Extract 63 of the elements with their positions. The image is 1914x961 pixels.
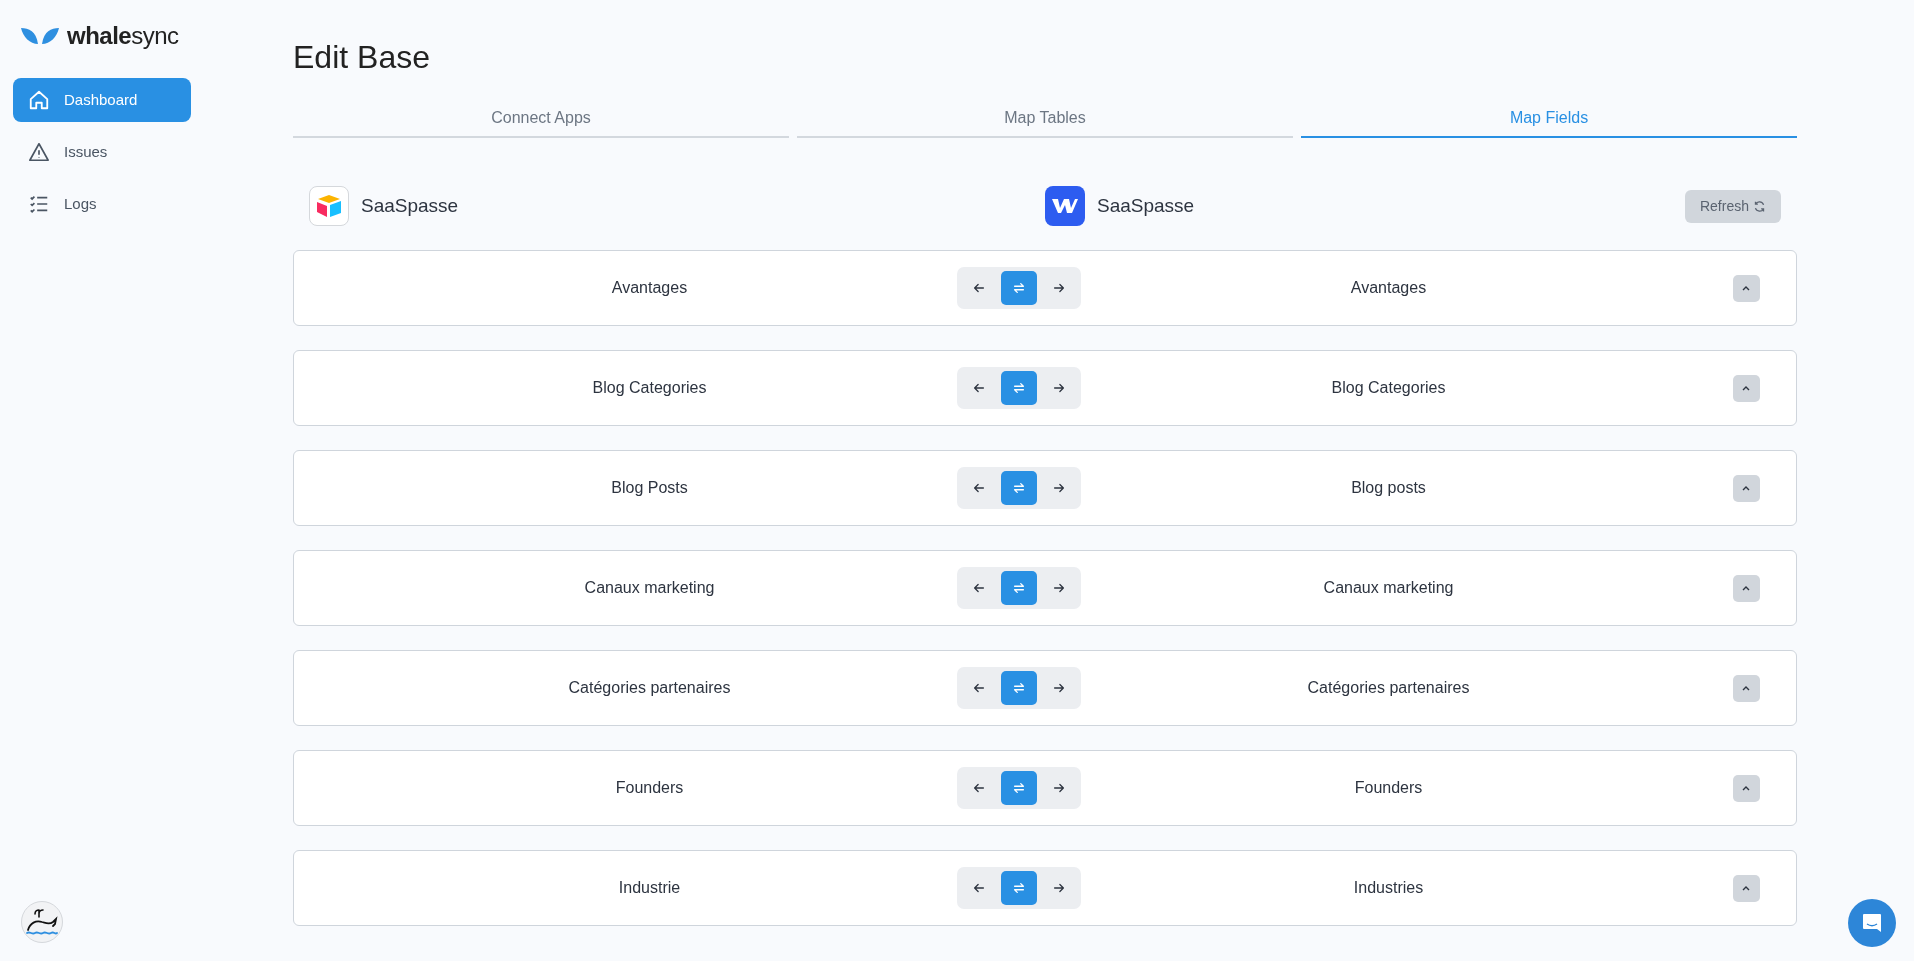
collapse-button[interactable] <box>1732 274 1760 302</box>
whale-tail-logo-icon <box>21 27 59 45</box>
warning-icon <box>28 141 50 163</box>
chat-button[interactable] <box>1848 899 1896 947</box>
refresh-button[interactable]: Refresh <box>1684 189 1781 223</box>
collapse-button[interactable] <box>1732 374 1760 402</box>
field-name: Avantages <box>1349 278 1428 299</box>
direction-button[interactable] <box>1001 671 1037 706</box>
direction-button[interactable] <box>1001 471 1037 506</box>
chevron-up-icon <box>1741 784 1751 793</box>
two-way-arrows-icon <box>1012 281 1026 296</box>
whale-avatar-icon <box>21 901 63 943</box>
chat-bubble-icon <box>1861 912 1883 934</box>
sidebar-item[interactable]: Issues <box>13 130 191 174</box>
field-name: Canaux marketing <box>583 578 716 599</box>
chevron-up-icon <box>1741 884 1751 893</box>
brand-logo-text: whalesync <box>67 21 179 51</box>
tab[interactable]: Map Fields <box>1301 106 1797 139</box>
field-name: Industries <box>1352 878 1425 899</box>
stacked-shapes-app-icon <box>309 186 349 227</box>
direction-button[interactable] <box>1001 571 1037 606</box>
chevron-up-icon <box>1741 284 1751 293</box>
field-name: Catégories partenaires <box>1306 678 1471 699</box>
two-way-arrows-icon <box>1012 881 1026 896</box>
page-title: Edit Base <box>293 38 431 77</box>
collapse-button[interactable] <box>1732 574 1760 602</box>
two-way-arrows-icon <box>1012 581 1026 596</box>
home-icon <box>28 89 50 111</box>
tab[interactable]: Map Tables <box>797 106 1293 139</box>
app-name: SaaSpasse <box>1097 194 1195 219</box>
field-name: Catégories partenaires <box>567 678 732 699</box>
field-name: Avantages <box>610 278 689 299</box>
direction-button[interactable] <box>1001 871 1037 906</box>
collapse-button[interactable] <box>1732 474 1760 502</box>
collapse-button[interactable] <box>1732 674 1760 702</box>
direction-button[interactable] <box>1001 771 1037 806</box>
direction-button[interactable] <box>1001 271 1037 306</box>
tab[interactable]: Connect Apps <box>293 106 789 139</box>
direction-button[interactable] <box>1001 371 1037 406</box>
refresh-icon <box>1753 199 1766 213</box>
two-way-arrows-icon <box>1012 781 1026 796</box>
chevron-up-icon <box>1741 684 1751 693</box>
field-name: Blog posts <box>1350 478 1427 499</box>
field-name: Industrie <box>617 878 682 899</box>
field-name: Founders <box>1353 778 1424 799</box>
field-name: Blog Categories <box>1330 378 1447 399</box>
collapse-button[interactable] <box>1732 874 1760 902</box>
chevron-up-icon <box>1741 584 1751 593</box>
chevron-up-icon <box>1741 384 1751 393</box>
sidebar-item[interactable]: Logs <box>13 182 191 226</box>
app-name: SaaSpasse <box>361 194 459 219</box>
w-letter-app-icon <box>1045 186 1085 227</box>
checklist-icon <box>28 193 50 215</box>
sidebar-item[interactable]: Dashboard <box>13 78 191 122</box>
two-way-arrows-icon <box>1012 481 1026 496</box>
chevron-up-icon <box>1741 484 1751 493</box>
collapse-button[interactable] <box>1732 774 1760 802</box>
field-name: Canaux marketing <box>1322 578 1455 599</box>
field-name: Founders <box>614 778 685 799</box>
two-way-arrows-icon <box>1012 681 1026 696</box>
field-name: Blog Categories <box>591 378 708 399</box>
two-way-arrows-icon <box>1012 381 1026 396</box>
field-name: Blog Posts <box>610 478 689 499</box>
